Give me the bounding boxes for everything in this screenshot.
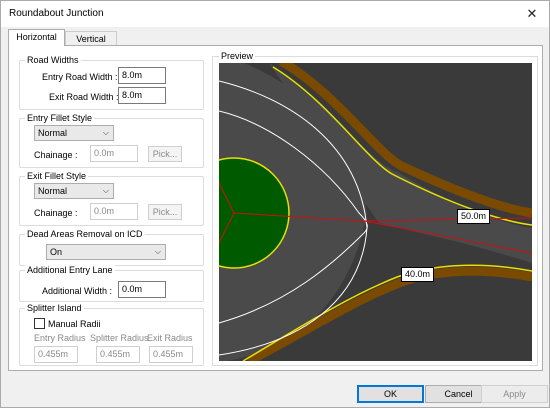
splitter-island-group: Splitter Island Manual Radii Entry Radiu…	[19, 303, 204, 366]
preview-title: Preview	[219, 51, 256, 62]
radius-label-lower: 40.0m	[401, 267, 435, 282]
tab-horizontal[interactable]: Horizontal	[8, 29, 65, 46]
exit-fillet-title: Exit Fillet Style	[25, 171, 89, 182]
exit-radius-input[interactable]: 0.455m	[149, 346, 193, 363]
exit-road-width-label: Exit Road Width :	[49, 92, 119, 102]
ok-button[interactable]: OK	[357, 385, 424, 403]
entry-radius-input[interactable]: 0.455m	[34, 346, 78, 363]
entry-fillet-title: Entry Fillet Style	[25, 113, 95, 124]
dead-areas-title: Dead Areas Removal on ICD	[25, 229, 145, 240]
manual-radii-label: Manual Radii	[48, 319, 101, 329]
dead-areas-group: Dead Areas Removal on ICD On ⌵	[19, 229, 204, 266]
additional-lane-group: Additional Entry Lane Additional Width :…	[19, 265, 204, 302]
title-bar: Roundabout Junction ✕	[1, 1, 549, 27]
exit-chainage-input[interactable]: 0.0m	[90, 203, 138, 220]
exit-radius-label: Exit Radius	[147, 333, 193, 343]
manual-radii-checkbox[interactable]	[34, 318, 45, 329]
exit-fillet-group: Exit Fillet Style Normal ⌵ Chainage : 0.…	[19, 171, 204, 226]
splitter-radius-label: Splitter Radius	[90, 333, 149, 343]
chevron-down-icon: ⌵	[154, 247, 161, 256]
entry-fillet-group: Entry Fillet Style Normal ⌵ Chainage : 0…	[19, 113, 204, 168]
horizontal-tab-panel: Road Widths Entry Road Width : 8.0m Exit…	[8, 45, 543, 371]
dead-areas-select[interactable]: On ⌵	[46, 244, 166, 260]
entry-chainage-label: Chainage :	[34, 150, 78, 160]
entry-radius-label: Entry Radius	[34, 333, 86, 343]
entry-chainage-input[interactable]: 0.0m	[90, 145, 138, 162]
roundabout-junction-dialog: Roundabout Junction ✕ Horizontal Vertica…	[0, 0, 550, 408]
entry-road-width-input[interactable]: 8.0m	[118, 67, 166, 84]
additional-width-label: Additional Width :	[42, 286, 113, 296]
exit-fillet-style-select[interactable]: Normal ⌵	[34, 183, 114, 199]
exit-pick-button[interactable]: Pick...	[148, 204, 182, 220]
entry-road-width-label: Entry Road Width :	[42, 72, 118, 82]
splitter-island-title: Splitter Island	[25, 303, 84, 314]
chevron-down-icon: ⌵	[102, 186, 109, 195]
entry-pick-button[interactable]: Pick...	[148, 146, 182, 162]
entry-fillet-style-value: Normal	[38, 128, 68, 138]
radius-label-upper: 50.0m	[457, 209, 491, 224]
exit-fillet-style-value: Normal	[38, 186, 68, 196]
road-widths-title: Road Widths	[25, 55, 81, 66]
splitter-radius-input[interactable]: 0.455m	[96, 346, 140, 363]
exit-road-width-input[interactable]: 8.0m	[118, 87, 166, 104]
additional-lane-title: Additional Entry Lane	[25, 265, 115, 276]
close-icon[interactable]: ✕	[521, 4, 543, 24]
entry-fillet-style-select[interactable]: Normal ⌵	[34, 125, 114, 141]
additional-width-input[interactable]: 0.0m	[118, 281, 166, 298]
dead-areas-value: On	[50, 247, 63, 257]
road-widths-group: Road Widths Entry Road Width : 8.0m Exit…	[19, 55, 204, 110]
apply-button[interactable]: Apply	[481, 385, 548, 403]
preview-canvas[interactable]: 50.0m 40.0m	[219, 63, 532, 361]
chevron-down-icon: ⌵	[102, 128, 109, 137]
exit-chainage-label: Chainage :	[34, 208, 78, 218]
preview-group: Preview 50.0m 40.0m	[212, 51, 538, 366]
window-title: Roundabout Junction	[9, 8, 104, 19]
